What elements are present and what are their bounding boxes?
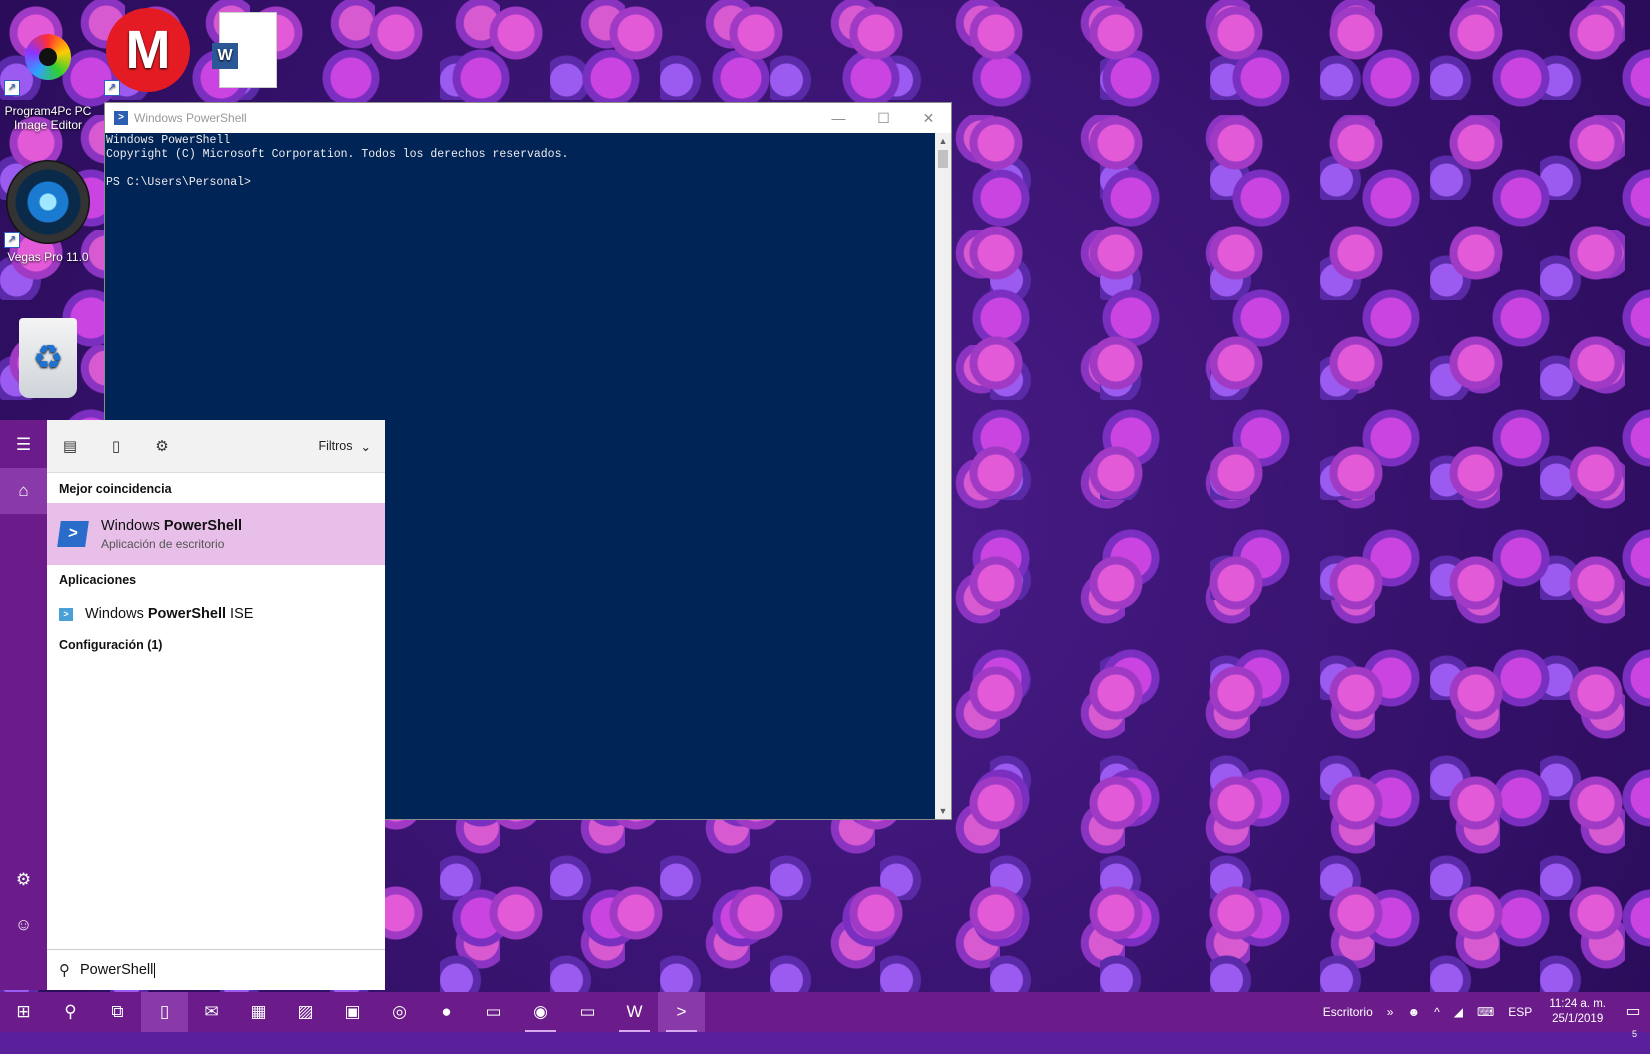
- documents-filter-icon[interactable]: ▯: [93, 437, 139, 455]
- people-icon[interactable]: ☻: [1400, 1005, 1427, 1019]
- desktop-icon-program4pc[interactable]: ↗ Program4Pc PC Image Editor: [0, 8, 96, 132]
- search-input[interactable]: PowerShell: [80, 962, 153, 978]
- apps-header: Aplicaciones: [59, 573, 137, 587]
- keyboard-icon[interactable]: ⌨: [1470, 1005, 1501, 1019]
- filters-dropdown[interactable]: Filtros ⌄: [318, 439, 371, 454]
- shortcut-arrow-icon: ↗: [4, 80, 20, 96]
- settings-gear-icon[interactable]: ⚙: [0, 857, 47, 903]
- chrome-profile-icon[interactable]: ◉: [517, 992, 564, 1032]
- best-match-title: Windows PowerShell: [101, 517, 243, 534]
- scroll-down-icon[interactable]: ▼: [935, 803, 951, 819]
- best-match-result[interactable]: > Windows PowerShell Aplicación de escri…: [47, 503, 385, 565]
- date: 25/1/2019: [1552, 1013, 1604, 1025]
- maximize-button[interactable]: ☐: [861, 103, 906, 133]
- close-button[interactable]: ✕: [906, 103, 951, 133]
- chevron-up-icon[interactable]: ^: [1427, 1005, 1447, 1019]
- desktop-icon-label: Vegas Pro 11.0: [7, 250, 89, 264]
- powershell-titlebar[interactable]: > Windows PowerShell — ☐ ✕: [105, 103, 951, 133]
- text-caret: [154, 962, 156, 978]
- app-result-label: Windows PowerShell ISE: [85, 606, 254, 622]
- notification-count: 5: [1631, 1029, 1637, 1039]
- powershell-icon: >: [57, 521, 89, 547]
- start-menu-rail: ☰ ⌂ ⚙ ☺: [0, 420, 47, 990]
- vertical-scrollbar[interactable]: ▲ ▼: [935, 133, 951, 819]
- search-icon: ⚲: [59, 962, 70, 979]
- search-icon[interactable]: ⚲: [47, 992, 94, 1032]
- best-match-header: Mejor coincidencia: [59, 482, 172, 496]
- console-line: Copyright (C) Microsoft Corporation. Tod…: [106, 148, 569, 161]
- network-icon[interactable]: ◢: [1447, 1005, 1470, 1019]
- system-tray: Escritorio » ☻ ^ ◢ ⌨ ESP 11:24 a. m. 25/1…: [1316, 992, 1650, 1039]
- mail-icon[interactable]: ✉: [188, 992, 235, 1032]
- groove-music-icon[interactable]: ◎: [376, 992, 423, 1032]
- console-prompt: PS C:\Users\Personal>: [106, 176, 251, 189]
- taskbar: ⊞ ⚲ ⧉ ▯ ✉ ▦ ▨ ▣ ◎ ● ▭ ◉ ▭ W > Escritorio…: [0, 992, 1650, 1039]
- store-icon[interactable]: ▣: [329, 992, 376, 1032]
- shortcut-arrow-icon: ↗: [4, 232, 20, 248]
- search-toolbar: ▤ ▯ ⚙ Filtros ⌄: [47, 420, 385, 473]
- minimize-button[interactable]: —: [816, 103, 861, 133]
- desktop-icon-word-document[interactable]: W: [200, 8, 296, 88]
- language-indicator[interactable]: ESP: [1501, 1005, 1539, 1019]
- apps-filter-icon[interactable]: ▤: [47, 437, 93, 455]
- scroll-up-icon[interactable]: ▲: [935, 133, 951, 149]
- powershell-ise-icon: >: [59, 607, 73, 621]
- word-document-icon: W: [212, 12, 277, 88]
- notification-center-icon[interactable]: ▭ 5: [1616, 992, 1650, 1039]
- clock[interactable]: 11:24 a. m. 25/1/2019: [1539, 997, 1616, 1027]
- calculator-icon[interactable]: ▦: [235, 992, 282, 1032]
- paint-icon[interactable]: ▨: [282, 992, 329, 1032]
- file-explorer-icon[interactable]: ▭: [564, 992, 611, 1032]
- home-icon[interactable]: ⌂: [0, 468, 47, 514]
- chevron-double-right-icon[interactable]: »: [1380, 1005, 1401, 1019]
- best-match-subtitle: Aplicación de escritorio: [101, 536, 225, 551]
- color-wheel-icon: [25, 34, 71, 80]
- powershell-taskbar-icon[interactable]: >: [658, 992, 705, 1032]
- console-line: Windows PowerShell: [106, 134, 231, 147]
- powershell-icon: >: [114, 111, 128, 125]
- feedback-icon[interactable]: ☺: [0, 902, 47, 948]
- recycle-bin-icon: ♻: [19, 318, 77, 398]
- hamburger-menu-icon[interactable]: ☰: [0, 422, 47, 468]
- desktop-icon-label: Program4Pc PC Image Editor: [4, 104, 92, 132]
- word-icon[interactable]: W: [611, 992, 658, 1032]
- desktop-icon-vegas-pro[interactable]: ↗ Vegas Pro 11.0: [0, 160, 96, 264]
- chevron-down-icon: ⌄: [360, 439, 371, 454]
- scroll-thumb[interactable]: [938, 150, 948, 168]
- desktop-toolbar-label[interactable]: Escritorio: [1316, 1005, 1380, 1019]
- windows-start-icon[interactable]: ⊞: [0, 992, 47, 1032]
- settings-filter-icon[interactable]: ⚙: [139, 437, 185, 455]
- search-results: Mejor coincidencia > Windows PowerShell …: [47, 473, 385, 951]
- settings-results-header[interactable]: Configuración (1): [47, 638, 174, 652]
- keyboard-app-icon[interactable]: ▭: [470, 992, 517, 1032]
- search-panel: ▤ ▯ ⚙ Filtros ⌄ Mejor coincidencia > Win…: [47, 420, 385, 990]
- app-result-powershell-ise[interactable]: > Windows PowerShell ISE: [47, 599, 385, 629]
- window-title: Windows PowerShell: [134, 111, 247, 125]
- notepad-icon[interactable]: ▯: [141, 992, 188, 1032]
- filters-label: Filtros: [318, 439, 353, 453]
- shortcut-arrow-icon: ↗: [104, 80, 120, 96]
- time: 11:24 a. m.: [1549, 998, 1606, 1010]
- desktop-icon-recycle-bin[interactable]: ♻: [0, 318, 96, 398]
- desktop-icon-mega[interactable]: M ↗: [100, 8, 196, 96]
- task-view-icon[interactable]: ⧉: [94, 992, 141, 1032]
- search-box[interactable]: ⚲ PowerShell: [47, 949, 385, 990]
- chrome-icon[interactable]: ●: [423, 992, 470, 1032]
